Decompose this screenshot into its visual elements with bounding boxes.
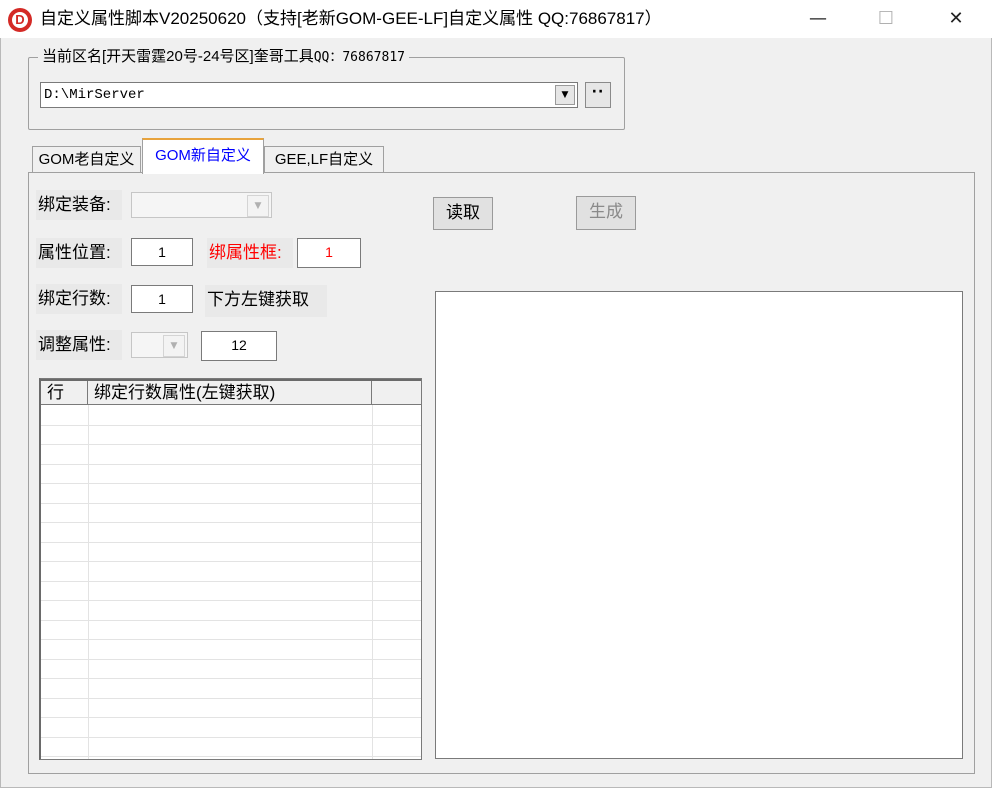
tab-gee-lf[interactable]: GEE,LF自定义 (264, 146, 384, 173)
grid-row-line (41, 483, 421, 484)
bind-attr-box-label: 绑属性框: (207, 238, 293, 268)
grid-row-line (41, 542, 421, 543)
grid-column-row[interactable]: 行 (41, 381, 88, 405)
grid-row-line (41, 620, 421, 621)
bind-equip-combobox[interactable]: ▼ (131, 192, 272, 218)
attr-rows-grid[interactable]: 行 绑定行数属性(左键获取) (39, 378, 422, 760)
bind-rows-input[interactable]: 1 (131, 285, 193, 313)
grid-column-line (372, 405, 373, 759)
grid-body[interactable] (41, 405, 421, 759)
maximize-button[interactable]: ☐ (858, 0, 914, 38)
grid-row-line (41, 561, 421, 562)
adjust-attr-number-input[interactable]: 12 (201, 331, 277, 361)
tab-gom-new[interactable]: GOM新自定义 (142, 138, 264, 174)
grid-row-line (41, 464, 421, 465)
grid-row-line (41, 503, 421, 504)
tab-gom-old[interactable]: GOM老自定义 (32, 146, 141, 173)
title-bar[interactable]: D 自定义属性脚本V20250620（支持[老新GOM-GEE-LF]自定义属性… (0, 0, 992, 38)
browse-button[interactable]: ·· (585, 82, 611, 108)
server-path-combobox[interactable]: D:\MirServer ▼ (40, 82, 578, 108)
adjust-attr-combobox[interactable]: ▼ (131, 332, 188, 358)
grid-row-line (41, 425, 421, 426)
grid-row-line (41, 581, 421, 582)
close-button[interactable]: ✕ (928, 0, 984, 38)
bind-attr-box-input[interactable]: 1 (297, 238, 361, 268)
grid-column-attr[interactable]: 绑定行数属性(左键获取) (88, 381, 372, 405)
grid-row-line (41, 678, 421, 679)
bind-rows-label: 绑定行数: (36, 284, 122, 314)
grid-row-line (41, 717, 421, 718)
grid-column-line (88, 405, 89, 759)
grid-row-line (41, 639, 421, 640)
output-textarea[interactable] (435, 291, 963, 759)
grid-row-line (41, 659, 421, 660)
generate-button[interactable]: 生成 (576, 196, 636, 230)
grid-header: 行 绑定行数属性(左键获取) (41, 379, 421, 405)
grid-row-line (41, 737, 421, 738)
adjust-attr-label: 调整属性: (36, 330, 122, 360)
server-group-title: 当前区名[开天雷霆20号-24号区]奎哥工具QQ：76867817 (38, 47, 409, 67)
chevron-down-icon[interactable]: ▼ (247, 195, 269, 217)
attr-pos-label: 属性位置: (36, 238, 122, 268)
attr-pos-input[interactable]: 1 (131, 238, 193, 266)
chevron-down-icon[interactable]: ▼ (163, 335, 185, 357)
server-path-value: D:\MirServer (44, 87, 145, 103)
bind-equip-label: 绑定装备: (36, 190, 122, 220)
grid-row-line (41, 522, 421, 523)
grid-row-line (41, 756, 421, 757)
window-title: 自定义属性脚本V20250620（支持[老新GOM-GEE-LF]自定义属性 Q… (40, 9, 662, 28)
chevron-down-icon[interactable]: ▼ (555, 85, 575, 105)
app-logo-icon: D (8, 8, 32, 32)
grid-row-line (41, 444, 421, 445)
bind-rows-hint: 下方左键获取 (205, 285, 327, 317)
grid-row-line (41, 600, 421, 601)
minimize-button[interactable]: — (790, 0, 846, 38)
grid-column-extra[interactable] (372, 381, 421, 405)
grid-row-line (41, 698, 421, 699)
read-button[interactable]: 读取 (433, 197, 493, 230)
